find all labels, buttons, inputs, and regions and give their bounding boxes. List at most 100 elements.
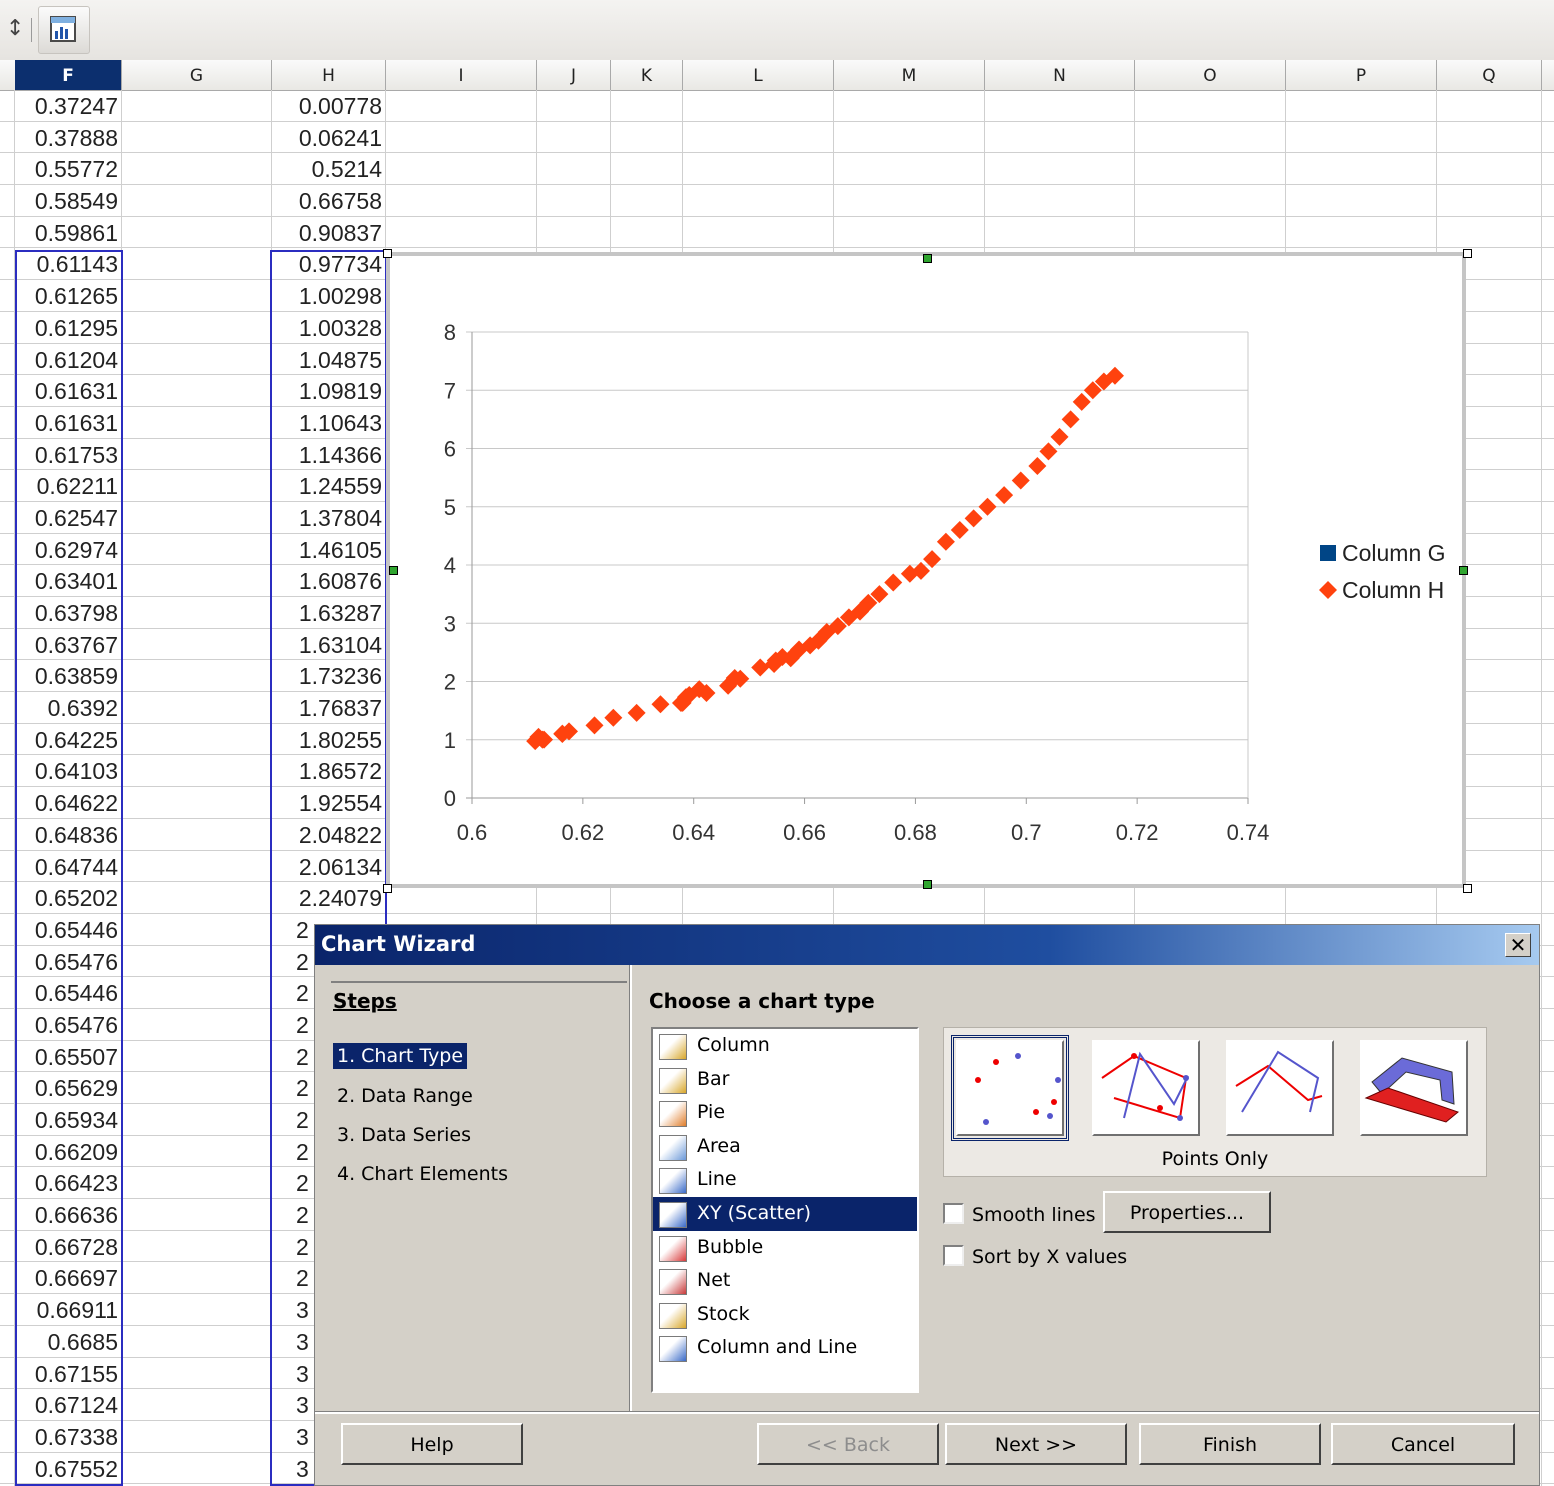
next-button[interactable]: Next >> [945, 1423, 1127, 1465]
chart-type-list[interactable]: Column Bar Pie Area Line XY (Scatter) Bubble Ne… [651, 1027, 919, 1393]
column-header-p[interactable]: P [1286, 60, 1437, 90]
column-header-h[interactable]: H [272, 60, 386, 90]
column-header-n[interactable]: N [985, 60, 1135, 90]
cell-h[interactable]: 0.06241 [275, 122, 382, 153]
cell-h[interactable]: 0.90837 [275, 217, 382, 248]
data-point [950, 521, 969, 540]
cell-h[interactable]: 0.5214 [275, 153, 382, 184]
title-bar[interactable]: Chart Wizard ✕ [315, 925, 1539, 965]
column-header-o[interactable]: O [1135, 60, 1286, 90]
chart-type-column[interactable]: Column [653, 1029, 917, 1063]
column-header-g[interactable]: G [122, 60, 272, 90]
cell-f[interactable]: 0.37888 [15, 122, 118, 153]
chart-type-bar[interactable]: Bar [653, 1063, 917, 1097]
choose-chart-type-heading: Choose a chart type [649, 989, 875, 1013]
cell-f[interactable]: 0.58549 [15, 185, 118, 216]
resize-handle[interactable] [1463, 884, 1472, 893]
data-point [1011, 471, 1030, 490]
smooth-lines-box[interactable] [943, 1203, 964, 1224]
data-point [978, 497, 997, 516]
cell-f[interactable]: 0.59861 [15, 217, 118, 248]
xy-scatter-icon [659, 1201, 687, 1228]
y-tick-label: 6 [444, 437, 456, 462]
help-button[interactable]: Help [341, 1423, 523, 1465]
sort-by-x-box[interactable] [943, 1245, 964, 1266]
chart-type-bubble[interactable]: Bubble [653, 1231, 917, 1265]
step-data-range[interactable]: 2. Data Range [333, 1083, 477, 1109]
cancel-button[interactable]: Cancel [1331, 1423, 1515, 1465]
step-data-series[interactable]: 3. Data Series [333, 1122, 475, 1148]
chart-object[interactable]: 0 1 2 3 4 5 6 7 8 0.6 0.62 0.64 0.66 0.68 0.7 0.72 0.74 C… [386, 252, 1466, 888]
table-row[interactable]: 0.37888 0.06241 [0, 122, 1554, 154]
line-icon [659, 1168, 687, 1195]
resize-handle[interactable] [923, 880, 932, 889]
legend-marker-square [1320, 545, 1336, 561]
column-header-l[interactable]: L [683, 60, 834, 90]
variant-lines-only[interactable] [1226, 1040, 1334, 1136]
cell-h[interactable]: 0.00778 [275, 90, 382, 121]
chart-type-label: Bubble [697, 1235, 764, 1258]
chart-type-net[interactable]: Net [653, 1264, 917, 1298]
x-tick-label: 0.64 [672, 820, 715, 845]
chart-type-label: Area [697, 1134, 741, 1157]
column-header-q[interactable]: Q [1437, 60, 1542, 90]
resize-handle[interactable] [383, 249, 392, 258]
close-button[interactable]: ✕ [1505, 933, 1531, 957]
steps-panel: Steps 1. Chart Type 2. Data Range 3. Dat… [315, 965, 631, 1411]
chart-type-xy-scatter[interactable]: XY (Scatter) [653, 1196, 917, 1231]
cell-h[interactable]: 0.66758 [275, 185, 382, 216]
step-chart-type[interactable]: 1. Chart Type [333, 1043, 468, 1069]
step-chart-elements[interactable]: 4. Chart Elements [333, 1161, 512, 1187]
column-header-k[interactable]: K [611, 60, 683, 90]
x-tick-label: 0.74 [1227, 820, 1270, 845]
resize-handle[interactable] [383, 884, 392, 893]
column-and-line-icon [659, 1336, 687, 1363]
chart-type-column-and-line[interactable]: Column and Line [653, 1331, 917, 1365]
chart-type-pie[interactable]: Pie [653, 1096, 917, 1130]
data-point [751, 658, 770, 677]
chart-icon-button[interactable] [38, 6, 90, 54]
y-tick-label: 7 [444, 378, 456, 403]
resize-handle[interactable] [389, 566, 398, 575]
data-point [936, 532, 955, 551]
table-row[interactable]: 0.37247 0.00778 [0, 90, 1554, 122]
resize-handle[interactable] [1463, 249, 1472, 258]
sort-by-x-checkbox[interactable]: Sort by X values [943, 1245, 1127, 1268]
legend-label: Column G [1342, 540, 1446, 566]
y-tick-label: 1 [444, 728, 456, 753]
chart-type-stock[interactable]: Stock [653, 1298, 917, 1332]
table-row[interactable]: 0.55772 0.5214 [0, 153, 1554, 186]
chart-wizard-dialog: Chart Wizard ✕ Steps 1. Chart Type 2. Da… [314, 924, 1540, 1486]
resize-handle[interactable] [1459, 566, 1468, 575]
column-header-f[interactable]: F [15, 60, 122, 90]
y-tick-label: 3 [444, 611, 456, 636]
table-row[interactable]: 0.58549 0.66758 [0, 185, 1554, 217]
column-header-j[interactable]: J [537, 60, 611, 90]
points-and-lines-icon [1101, 1051, 1189, 1121]
data-point [964, 509, 983, 528]
cell-f[interactable]: 0.55772 [15, 153, 118, 184]
cell-f[interactable]: 0.37247 [15, 90, 118, 121]
column-header-m[interactable]: M [834, 60, 985, 90]
smooth-lines-checkbox[interactable]: Smooth lines [943, 1203, 1096, 1226]
variant-3d-lines[interactable] [1360, 1040, 1468, 1136]
resize-handle[interactable] [923, 254, 932, 263]
net-icon [659, 1269, 687, 1296]
data-point [1028, 456, 1047, 475]
chart-variant-selector: Points Only [943, 1027, 1487, 1177]
chart-type-label: Line [697, 1168, 737, 1191]
data-point [884, 573, 903, 592]
updown-arrow-icon[interactable]: ↕ [6, 16, 24, 41]
variant-points-only[interactable] [951, 1035, 1069, 1141]
chart-type-line[interactable]: Line [653, 1163, 917, 1197]
x-tick-label: 0.62 [561, 820, 604, 845]
toolbar-separator [31, 18, 32, 42]
column-header-i[interactable]: I [386, 60, 537, 90]
finish-button[interactable]: Finish [1139, 1423, 1321, 1465]
legend-label: Column H [1342, 577, 1444, 603]
table-row[interactable]: 0.59861 0.90837 [0, 217, 1554, 249]
back-button[interactable]: << Back [757, 1423, 939, 1465]
variant-points-and-lines[interactable] [1092, 1040, 1200, 1136]
properties-button[interactable]: Properties... [1103, 1191, 1271, 1233]
chart-type-area[interactable]: Area [653, 1130, 917, 1164]
